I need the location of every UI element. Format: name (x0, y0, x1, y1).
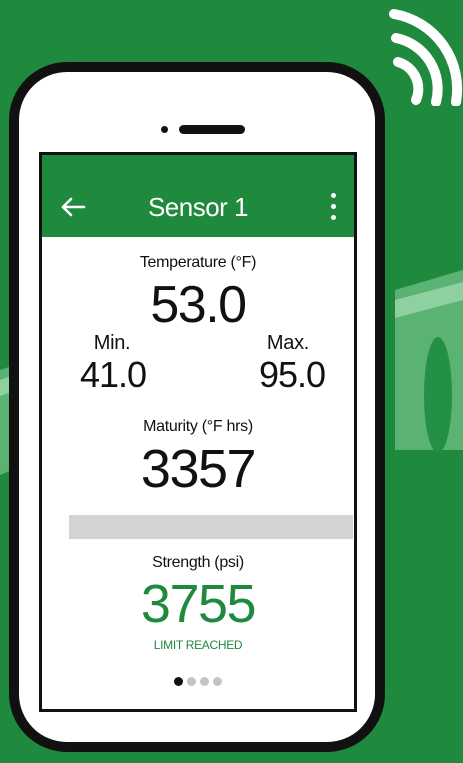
maturity-value: 3357 (140, 439, 257, 499)
front-camera (161, 126, 168, 133)
temperature-label: Temperature (°F) (139, 254, 257, 271)
limit-status-text: LIMIT REACHED (153, 638, 243, 652)
strength-value: 3755 (140, 574, 257, 634)
max-temperature-value: 95.0 (258, 354, 326, 395)
strength-label: Strength (psi) (152, 554, 244, 571)
page-title: Sensor 1 (147, 192, 249, 222)
page-indicator (42, 677, 354, 686)
max-label: Max. (266, 332, 310, 354)
maturity-label: Maturity (°F hrs) (143, 418, 253, 435)
min-temperature-value: 41.0 (79, 354, 147, 395)
earpiece-speaker (179, 125, 245, 134)
page-dot[interactable] (213, 677, 222, 686)
strength-progress-bar (69, 515, 353, 539)
app-screen: Sensor 1 Temperature (°F) 53.0 Min. Max.… (39, 152, 357, 712)
more-vertical-icon[interactable] (328, 193, 338, 227)
min-label: Min. (93, 332, 131, 354)
page-dot[interactable] (174, 677, 183, 686)
phone-frame: Sensor 1 Temperature (°F) 53.0 Min. Max.… (9, 62, 385, 752)
app-bar: Sensor 1 (42, 155, 354, 237)
page-dot[interactable] (200, 677, 209, 686)
arrow-left-icon[interactable] (60, 197, 86, 217)
page-dot[interactable] (187, 677, 196, 686)
temperature-value: 53.0 (150, 276, 247, 334)
wifi-signal-icon (389, 9, 463, 106)
